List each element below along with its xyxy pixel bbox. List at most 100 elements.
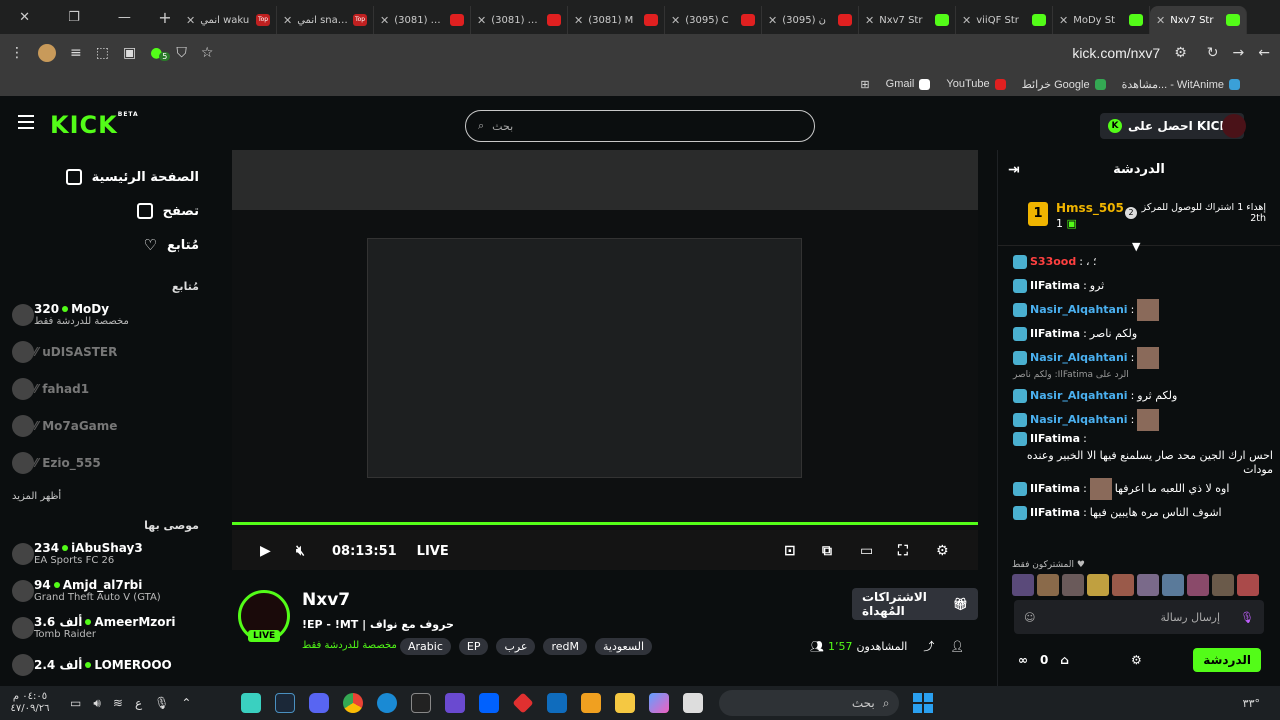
close-tab-icon[interactable]: ✕ [768, 14, 777, 27]
subscriber-avatar[interactable] [1212, 574, 1234, 596]
extension-icon[interactable]: ▣ [123, 45, 136, 61]
epic-games-icon[interactable] [411, 693, 432, 713]
show-more-link[interactable]: أظهر المزيد [12, 491, 199, 511]
subscriber-avatar[interactable] [1062, 574, 1084, 596]
forward-icon[interactable]: → [1233, 45, 1245, 61]
chat-username[interactable]: IlFatima [1030, 279, 1080, 293]
gift-subs-button[interactable]: الاشتراكات المُهداة 🎁︎ [852, 588, 978, 620]
subscriber-avatar[interactable] [1112, 574, 1134, 596]
sidebar-nav-item[interactable]: الصفحة الرئيسية [12, 160, 199, 194]
fullscreen-icon[interactable]: ⛶ [898, 544, 914, 558]
chat-username[interactable]: Nasir_Alqahtani [1030, 351, 1128, 365]
chat-username[interactable]: IlFatima [1030, 482, 1080, 496]
bookmark-item[interactable]: مشاهدة... - WitAnime [1122, 78, 1240, 91]
send-chat-button[interactable]: الدردشة [1193, 648, 1261, 672]
close-tab-icon[interactable]: ✕ [380, 14, 389, 27]
subscriber-avatar[interactable] [1012, 574, 1034, 596]
search-input[interactable]: ⌕ بحث [465, 110, 815, 142]
browser-tab[interactable]: ✕ (3095) C [665, 6, 762, 34]
microphone-icon[interactable]: 🎙︎ [154, 696, 169, 711]
live-indicator[interactable]: LIVE [417, 544, 449, 559]
progress-bar[interactable] [232, 522, 978, 525]
subscriber-avatar[interactable] [1237, 574, 1259, 596]
browser-tab[interactable]: ✕ Nxv7 Str [1150, 6, 1247, 34]
shield-icon[interactable]: ⛉ [176, 45, 187, 61]
store-icon[interactable] [581, 693, 602, 713]
mute-icon[interactable]: 🔇︎ [296, 544, 312, 558]
minimize-window-icon[interactable]: — [118, 10, 131, 25]
stream-tag[interactable]: Arabic [400, 638, 451, 655]
folder-icon[interactable] [615, 693, 636, 713]
play-icon[interactable]: ▶ [260, 544, 276, 558]
user-avatar[interactable] [1222, 114, 1246, 138]
chat-username[interactable]: Nasir_Alqahtani [1030, 303, 1128, 317]
app-icon[interactable] [241, 693, 262, 713]
new-tab-button[interactable]: + [150, 8, 180, 27]
steam-icon[interactable] [275, 693, 296, 713]
dropbox-icon[interactable] [479, 693, 500, 713]
browser-tab[interactable]: ✕ (3095) ن [762, 6, 859, 34]
windows-start-icon[interactable] [913, 693, 934, 713]
reload-icon[interactable]: ↻ [1207, 45, 1219, 61]
app-icon[interactable] [445, 693, 466, 713]
language-indicator[interactable]: ع [135, 696, 142, 711]
browser-tab[interactable]: ✕ (3081) YouTube [471, 6, 568, 34]
app-icon[interactable] [683, 693, 704, 713]
close-tab-icon[interactable]: ✕ [1156, 14, 1165, 27]
browser-tab[interactable]: ✕ Nxv7 Str [859, 6, 956, 34]
chat-settings-icon[interactable]: ⚙ [1131, 653, 1142, 667]
wifi-icon[interactable]: ≋ [113, 696, 123, 711]
all-bookmarks-icon[interactable]: ⊞ [860, 78, 869, 91]
extensions-icon[interactable]: ⬚ [96, 45, 109, 61]
chat-username[interactable]: Nasir_Alqahtani [1030, 413, 1128, 427]
chat-username[interactable]: IlFatima [1030, 432, 1080, 446]
close-tab-icon[interactable]: ✕ [186, 14, 195, 27]
browser-tab[interactable]: ✕ viiQF Str [956, 6, 1053, 34]
sidebar-channel[interactable]: 234 iAbuShay3 EA Sports FC 26 [12, 535, 199, 572]
bookmark-item[interactable]: خرائط Google [1022, 78, 1106, 91]
leader-name[interactable]: Hmss_505 [1056, 201, 1124, 215]
sidebar-channel[interactable]: ⁄⁄ uDISASTER [12, 333, 199, 370]
edge-icon[interactable] [377, 693, 398, 713]
browser-tab[interactable]: ✕ (3081) M [568, 6, 665, 34]
clip-icon[interactable]: ⊡ [784, 544, 800, 558]
stream-tag[interactable]: EP [458, 638, 489, 655]
profile-avatar[interactable] [38, 44, 56, 62]
collapse-chat-icon[interactable]: ⇥ [1008, 162, 1020, 178]
stream-tag[interactable]: redM [543, 638, 587, 655]
stream-tag[interactable]: عرب [496, 638, 536, 655]
sidebar-channel[interactable]: 3.6 ألف AmeerMzori Tomb Raider [12, 609, 199, 646]
hamburger-menu-icon[interactable] [18, 115, 34, 129]
app-icon[interactable] [512, 692, 535, 714]
chrome-icon[interactable] [343, 693, 364, 713]
sidebar-nav-item[interactable]: تصفح [12, 194, 199, 228]
streamer-name[interactable]: Nxv7 [302, 590, 350, 610]
settings-icon[interactable]: ⚙ [936, 544, 952, 558]
chat-username[interactable]: S33ood [1030, 255, 1076, 269]
taskbar-search[interactable]: بحث ⌕ [719, 690, 900, 716]
browser-tab[interactable]: ✕ MoDy St [1053, 6, 1150, 34]
theater-mode-icon[interactable]: ▭ [860, 544, 876, 558]
close-window-icon[interactable]: ✕ [19, 10, 30, 25]
subscriber-avatar[interactable] [1137, 574, 1159, 596]
close-tab-icon[interactable]: ✕ [671, 14, 680, 27]
store-icon[interactable]: ⌂ [1060, 653, 1069, 667]
close-tab-icon[interactable]: ✕ [865, 14, 874, 27]
infinity-icon[interactable]: ∞ [1018, 653, 1028, 667]
share-icon[interactable]: ⤴ [923, 638, 934, 654]
sidebar-channel[interactable]: 2.4 ألف LOMEROOO [12, 646, 199, 683]
chat-input[interactable]: ☺ إرسال رسالة 🎙︎ [1014, 600, 1264, 634]
sidebar-channel[interactable]: ⁄⁄ fahad1 [12, 370, 199, 407]
sidebar-channel[interactable]: ⁄⁄ Mo7aGame [12, 407, 199, 444]
tray-expand-icon[interactable]: ⌃ [181, 696, 191, 711]
bookmark-star-icon[interactable]: ☆ [201, 45, 214, 61]
chat-username[interactable]: Nasir_Alqahtani [1030, 389, 1128, 403]
sidebar-channel[interactable]: 320 MoDy مخصصة للدردشة فقط [12, 296, 199, 333]
browser-tab[interactable]: ✕ (3081) انمي [374, 6, 471, 34]
mic-icon[interactable]: 🎙︎ [1240, 611, 1254, 624]
subscriber-avatar[interactable] [1187, 574, 1209, 596]
stream-tag[interactable]: السعودية [595, 638, 653, 655]
chat-username[interactable]: IlFatima [1030, 327, 1080, 341]
follow-user-icon[interactable]: 👤︎ [950, 640, 964, 653]
volume-icon[interactable]: 🔊︎ [93, 696, 101, 711]
